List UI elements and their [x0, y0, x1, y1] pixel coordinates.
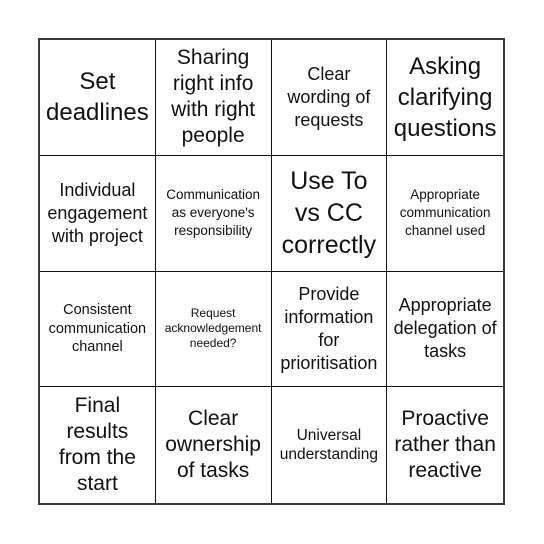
bingo-cell[interactable]: Provide information for prioritisation	[271, 271, 388, 388]
cell-label: Proactive rather than reactive	[394, 407, 496, 483]
cell-label: Provide information for prioritisation	[280, 283, 378, 373]
cell-label: Appropriate communication channel used	[399, 187, 491, 239]
cell-label: Communication as everyone's responsibili…	[166, 187, 261, 239]
cell-label: Final results from the start	[58, 394, 136, 496]
bingo-cell-center[interactable]: Use To vs CC correctly	[271, 155, 388, 272]
bingo-cell[interactable]: Set deadlines	[40, 40, 156, 156]
cell-label: Consistent communication channel	[48, 302, 147, 356]
cell-label: Asking clarifying questions	[393, 52, 497, 142]
cell-label: Use To vs CC correctly	[281, 167, 377, 260]
bingo-cell[interactable]: Consistent communication channel	[40, 271, 156, 388]
bingo-cell[interactable]: Appropriate delegation of tasks	[387, 272, 503, 388]
cell-label: Appropriate delegation of tasks	[393, 295, 497, 362]
cell-label: Clear wording of requests	[287, 63, 371, 130]
bingo-cell[interactable]: Clear ownership of tasks	[156, 387, 272, 503]
cell-label: Sharing right info with right people	[171, 46, 256, 148]
bingo-cell[interactable]: Individual engagement with project	[40, 155, 156, 272]
bingo-cell[interactable]: Universal understanding	[272, 387, 388, 503]
cell-label: Clear ownership of tasks	[165, 407, 261, 483]
bingo-cell[interactable]: Final results from the start	[40, 387, 156, 503]
cell-label: Set deadlines	[46, 68, 149, 127]
bingo-card: Set deadlines Sharing right info with ri…	[38, 38, 505, 505]
bingo-cell[interactable]: Sharing right info with right people	[155, 40, 272, 156]
cell-label: Individual engagement with project	[47, 179, 148, 246]
cell-label: Request acknowledgement needed?	[164, 306, 262, 351]
bingo-cell[interactable]: Proactive rather than reactive	[387, 387, 503, 503]
bingo-cell[interactable]: Request acknowledgement needed?	[155, 271, 272, 388]
bingo-cell[interactable]: Clear wording of requests	[271, 40, 388, 156]
bingo-cell[interactable]: Appropriate communication channel used	[387, 156, 503, 272]
cell-label: Universal understanding	[279, 427, 378, 464]
bingo-cell[interactable]: Asking clarifying questions	[387, 40, 503, 156]
bingo-cell[interactable]: Communication as everyone's responsibili…	[155, 155, 272, 272]
